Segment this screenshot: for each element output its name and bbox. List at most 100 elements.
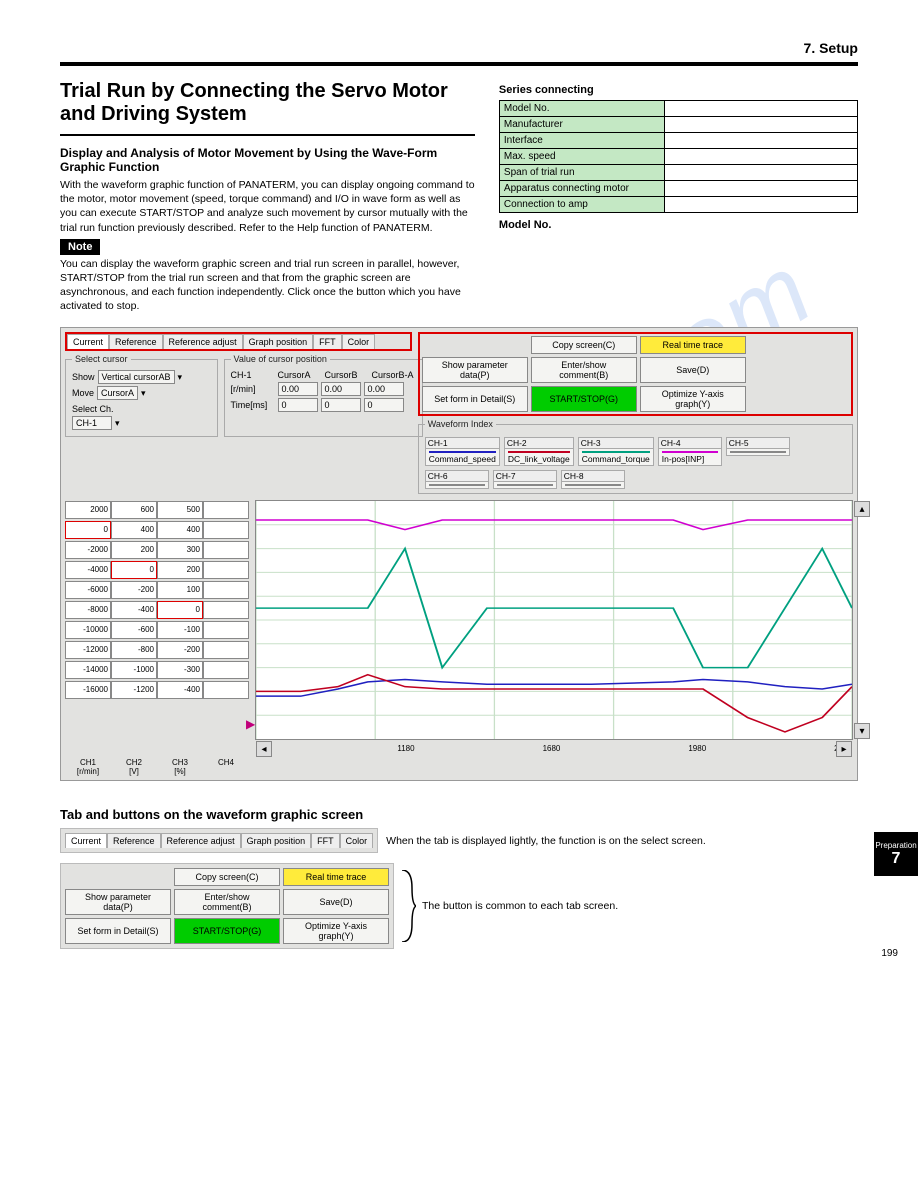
table-row-label: Span of trial run <box>499 165 664 181</box>
save-button-2[interactable]: Save(D) <box>283 889 389 915</box>
channel-header: CH-5 <box>726 437 790 448</box>
y-tick: 0 <box>65 521 111 539</box>
show-parameter-button-2[interactable]: Show parameter data(P) <box>65 889 171 915</box>
table-row-label: Manufacturer <box>499 117 664 133</box>
scroll-down-icon[interactable]: ▾ <box>854 723 870 739</box>
set-form-button[interactable]: Set form in Detail(S) <box>422 386 528 412</box>
plot[interactable]: 7801180168019802380 ▴ ▾ ◂ ▸ ▶ <box>255 500 853 740</box>
y-tick: -4000 <box>65 561 111 579</box>
table-row-label: Model No. <box>499 101 664 117</box>
optimize-button-2[interactable]: Optimize Y-axis graph(Y) <box>283 918 389 944</box>
y-tick: -600 <box>111 621 157 639</box>
plot-series <box>256 680 852 697</box>
side-box-number: 7 <box>892 850 901 868</box>
channel-header: CH-1 <box>425 437 500 448</box>
y-tick: 200 <box>157 561 203 579</box>
y-tick: -400 <box>111 601 157 619</box>
tab-color[interactable]: Color <box>340 833 374 848</box>
brace-text: The button is common to each tab screen. <box>422 900 618 912</box>
select-cursor-group: Select cursor Show Vertical cursorAB ▾ M… <box>65 354 218 437</box>
plot-series <box>256 549 852 668</box>
start-stop-button[interactable]: START/STOP(G) <box>531 386 637 412</box>
chevron-down-icon[interactable]: ▾ <box>178 372 183 383</box>
scroll-up-icon[interactable]: ▴ <box>854 501 870 517</box>
axis-name: CH2 <box>111 758 157 767</box>
table-row-value <box>664 165 857 181</box>
tab-reference-adjust[interactable]: Reference adjust <box>161 833 241 848</box>
y-tick: 0 <box>157 601 203 619</box>
realtime-trace-button[interactable]: Real time trace <box>640 336 746 354</box>
side-box-label: Preparation <box>875 841 916 850</box>
tab-color[interactable]: Color <box>342 334 376 349</box>
y-tick <box>203 621 249 639</box>
channel-label: In-pos[INP] <box>658 448 722 466</box>
chevron-down-icon[interactable]: ▾ <box>115 418 120 429</box>
channel-header: CH-8 <box>561 470 625 481</box>
table-row-value <box>664 197 857 213</box>
tab-fft[interactable]: FFT <box>311 833 340 848</box>
triangle-marker-icon: ▶ <box>246 717 255 731</box>
value-cursor-group: Value of cursor position CH-1CursorACurs… <box>224 354 423 437</box>
waveform-index-group: Waveform Index CH-1Command_speedCH-2DC_l… <box>418 419 853 494</box>
table-row-value <box>664 117 857 133</box>
y-tick: -200 <box>111 581 157 599</box>
page-title: Trial Run by Connecting the Servo Motor … <box>60 80 475 126</box>
table-row-value <box>664 101 857 117</box>
tab-reference-adjust[interactable]: Reference adjust <box>163 334 243 349</box>
model-no-label: Model No. <box>499 219 858 231</box>
tab-bar: CurrentReferenceReference adjustGraph po… <box>67 334 410 349</box>
y-tick: -100 <box>157 621 203 639</box>
chevron-down-icon[interactable]: ▾ <box>141 388 146 399</box>
note-label: Note <box>60 239 100 255</box>
table-row-value <box>664 149 857 165</box>
enter-comment-button-2[interactable]: Enter/show comment(B) <box>174 889 280 915</box>
realtime-trace-button-2[interactable]: Real time trace <box>283 868 389 886</box>
scroll-left-icon[interactable]: ◂ <box>256 741 272 757</box>
channel-header: CH-7 <box>493 470 557 481</box>
y-tick: 500 <box>157 501 203 519</box>
y-tick <box>203 661 249 679</box>
table-row-label: Connection to amp <box>499 197 664 213</box>
set-form-button-2[interactable]: Set form in Detail(S) <box>65 918 171 944</box>
x-tick: 1180 <box>397 744 414 753</box>
section-label: 7. Setup <box>60 40 858 56</box>
tab-current[interactable]: Current <box>67 334 109 349</box>
copy-screen-button[interactable]: Copy screen(C) <box>531 336 637 354</box>
note-text: You can display the waveform graphic scr… <box>60 257 475 314</box>
y-tick: -6000 <box>65 581 111 599</box>
cursor-value: 0.00 <box>278 382 318 396</box>
save-button[interactable]: Save(D) <box>640 357 746 383</box>
brace-icon <box>400 870 416 942</box>
copy-screen-button-2[interactable]: Copy screen(C) <box>174 868 280 886</box>
table-row-value <box>664 133 857 149</box>
y-tick: -14000 <box>65 661 111 679</box>
y-tick: 400 <box>157 521 203 539</box>
cursor-row-label: [r/min] <box>231 384 275 394</box>
axis-unit: [r/min] <box>65 767 111 776</box>
tab-reference[interactable]: Reference <box>107 833 161 848</box>
move-label: Move <box>72 388 94 398</box>
x-tick: 1680 <box>543 744 561 753</box>
channel-header: CH-3 <box>578 437 654 448</box>
series-table-title: Series connecting <box>499 84 858 96</box>
axis-name: CH3 <box>157 758 203 767</box>
channel-label <box>726 448 790 456</box>
show-parameter-button[interactable]: Show parameter data(P) <box>422 357 528 383</box>
show-dropdown[interactable]: Vertical cursorAB <box>98 370 175 384</box>
tab-graph-position[interactable]: Graph position <box>243 334 314 349</box>
enter-comment-button[interactable]: Enter/show comment(B) <box>531 357 637 383</box>
tab-reference[interactable]: Reference <box>109 334 163 349</box>
optimize-button[interactable]: Optimize Y-axis graph(Y) <box>640 386 746 412</box>
tab-fft[interactable]: FFT <box>313 334 342 349</box>
tab-current[interactable]: Current <box>65 833 107 848</box>
tab-graph-position[interactable]: Graph position <box>241 833 312 848</box>
move-dropdown[interactable]: CursorA <box>97 386 138 400</box>
channel-label: Command_torque <box>578 448 654 466</box>
side-chapter-box: Preparation 7 <box>874 832 918 876</box>
y-tick <box>203 561 249 579</box>
select-ch-dropdown[interactable]: CH-1 <box>72 416 112 430</box>
channel-label <box>493 481 557 489</box>
scroll-right-icon[interactable]: ▸ <box>836 741 852 757</box>
cursor-value: 0.00 <box>321 382 361 396</box>
start-stop-button-2[interactable]: START/STOP(G) <box>174 918 280 944</box>
